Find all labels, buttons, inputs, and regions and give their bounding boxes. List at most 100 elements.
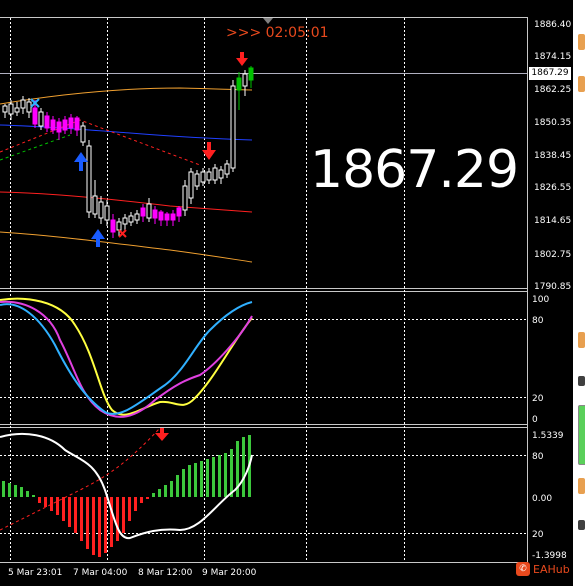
toolbar-orange-button[interactable] — [578, 76, 585, 92]
candle-body — [200, 171, 206, 183]
macd-histogram-bar — [146, 497, 149, 499]
macd-histogram-bar — [14, 485, 17, 497]
macd-histogram-bar — [182, 469, 185, 497]
x-mark-icon — [118, 229, 127, 238]
svg-text:7 Mar 04:00: 7 Mar 04:00 — [73, 568, 128, 578]
toolbar-green-meter[interactable] — [578, 405, 585, 465]
svg-text:1814.65: 1814.65 — [534, 216, 571, 226]
candle-body — [74, 117, 80, 131]
macd-axis: 1.5339 80 0.00 20 -1.3998 — [532, 431, 567, 561]
candle-body — [86, 145, 92, 213]
macd-histogram-bar — [170, 481, 173, 497]
toolbar-orange-button[interactable] — [578, 332, 585, 348]
trading-chart[interactable]: 1886.40 1874.15 1862.25 1850.35 1838.45 … — [0, 0, 585, 586]
candle-body — [116, 221, 122, 231]
shift-marker-icon[interactable] — [263, 18, 273, 24]
bar-countdown-timer: >>> 02:05:01 — [226, 25, 329, 41]
candle-body — [230, 85, 236, 169]
macd-histogram-bar — [164, 485, 167, 497]
candle-body — [146, 203, 152, 219]
panel-frames — [0, 17, 528, 563]
candle-body — [80, 125, 86, 143]
svg-text:8 Mar 12:00: 8 Mar 12:00 — [138, 568, 193, 578]
stochastic-lines — [0, 297, 253, 418]
macd-histogram-bar — [92, 497, 95, 555]
red-dashed-line — [0, 119, 201, 166]
candle-body — [122, 217, 128, 225]
price-axis: 1886.40 1874.15 1862.25 1850.35 1838.45 … — [534, 20, 571, 292]
svg-text:5 Mar 23:01: 5 Mar 23:01 — [8, 568, 62, 578]
macd-histogram-bar — [20, 487, 23, 497]
candle-body — [104, 205, 110, 221]
svg-text:1874.15: 1874.15 — [534, 52, 571, 62]
svg-text:1886.40: 1886.40 — [534, 20, 571, 30]
candle-body — [164, 213, 170, 221]
macd-histogram-bar — [104, 497, 107, 553]
stochastic-axis: 100 80 20 0 — [532, 295, 549, 425]
candle-body — [44, 115, 50, 129]
eahub-watermark-text: EAHub — [533, 562, 570, 576]
toolbar-orange-button[interactable] — [578, 478, 585, 494]
candle-body — [8, 103, 14, 115]
candle-body — [224, 163, 230, 175]
candle-body — [134, 213, 140, 221]
macd-histogram-bar — [194, 463, 197, 497]
candle-body — [62, 119, 68, 131]
time-axis: 5 Mar 23:01 7 Mar 04:00 8 Mar 12:00 9 Ma… — [8, 568, 257, 578]
svg-text:1826.55: 1826.55 — [534, 183, 571, 193]
macd-histogram-bar — [242, 437, 245, 497]
candles-group — [2, 66, 254, 238]
svg-text:0.00: 0.00 — [532, 494, 552, 504]
svg-text:1.5339: 1.5339 — [532, 431, 564, 441]
candle-body — [50, 119, 56, 131]
candle-body — [14, 107, 20, 113]
candle-body — [2, 105, 8, 113]
candle-body — [26, 101, 32, 113]
macd-histogram-bar — [206, 459, 209, 497]
macd-histogram-bar — [200, 461, 203, 497]
toolbar-orange-button[interactable] — [578, 34, 585, 50]
macd-histogram-bar — [152, 493, 155, 497]
eahub-logo-icon: ✆ — [516, 562, 530, 576]
candle-body — [110, 219, 116, 233]
candle-body — [32, 107, 38, 125]
svg-text:20: 20 — [532, 394, 544, 404]
candle-body — [68, 117, 74, 129]
macd-histogram-bar — [116, 497, 119, 541]
macd-histogram-bar — [44, 497, 47, 507]
candle-body — [236, 77, 242, 91]
candle-body — [218, 169, 224, 179]
svg-text:20: 20 — [532, 530, 544, 540]
candle-body — [242, 73, 248, 87]
macd-histogram-bar — [122, 497, 125, 533]
candle-body — [182, 185, 188, 211]
macd-histogram-bar — [50, 497, 53, 511]
macd-histogram-bar — [32, 495, 35, 497]
candle-body — [92, 195, 98, 215]
svg-text:1862.25: 1862.25 — [534, 85, 571, 95]
candle-body — [176, 207, 182, 217]
eahub-watermark[interactable]: ✆ EAHub — [516, 562, 570, 576]
candle-body — [140, 207, 146, 217]
svg-text:1838.45: 1838.45 — [534, 151, 571, 161]
toolbar-dark-button[interactable] — [578, 520, 585, 530]
macd-histogram-bar — [8, 483, 11, 497]
macd-histogram-bar — [98, 497, 101, 557]
svg-text:80: 80 — [532, 452, 544, 462]
svg-text:100: 100 — [532, 295, 549, 305]
candle-body — [248, 67, 254, 81]
svg-text:1850.35: 1850.35 — [534, 118, 571, 128]
candle-body — [128, 215, 134, 223]
macd-histogram-bar — [26, 491, 29, 497]
blue-middle-line — [0, 124, 253, 141]
indicator-levels — [0, 319, 527, 534]
svg-text:-1.3998: -1.3998 — [532, 551, 567, 561]
macd-histogram-bar — [86, 497, 89, 549]
toolbar-dark-button[interactable] — [578, 376, 585, 386]
macd-histogram-bar — [212, 457, 215, 497]
candle-body — [152, 209, 158, 219]
macd-histogram-bar — [56, 497, 59, 515]
candle-body — [212, 167, 218, 181]
candle-body — [206, 171, 212, 181]
current-price-display: 1867.29 — [310, 140, 519, 200]
